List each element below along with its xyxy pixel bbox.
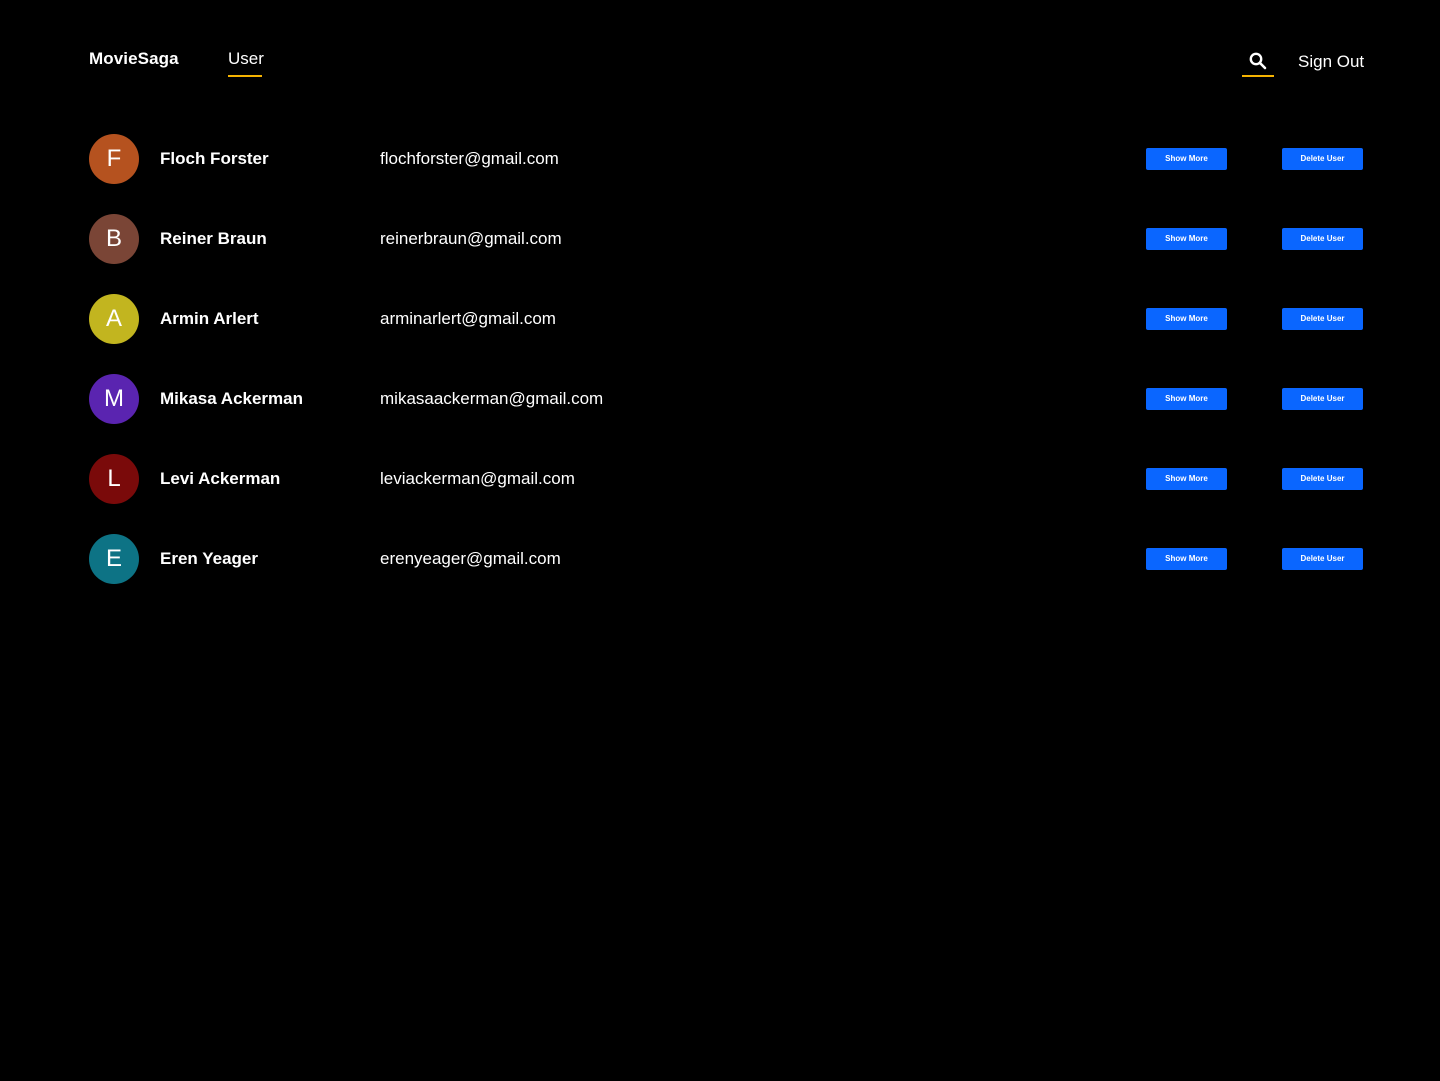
search-indicator [1242, 75, 1274, 77]
avatar: L [89, 454, 139, 504]
avatar: E [89, 534, 139, 584]
user-email: erenyeager@gmail.com [380, 549, 561, 568]
avatar: M [89, 374, 139, 424]
delete-user-button[interactable]: Delete User [1282, 148, 1363, 170]
user-row: E Eren Yeager erenyeager@gmail.com Show Mor… [0, 534, 1440, 584]
delete-user-button[interactable]: Delete User [1282, 388, 1363, 410]
user-name: Armin Arlert [160, 309, 259, 328]
avatar: A [89, 294, 139, 344]
nav-tab-user[interactable]: User [228, 49, 264, 69]
user-email: reinerbraun@gmail.com [380, 229, 562, 248]
user-row: L Levi Ackerman leviackerman@gmail.com Show… [0, 454, 1440, 504]
show-more-button[interactable]: Show More [1146, 468, 1227, 490]
user-email: arminarlert@gmail.com [380, 309, 556, 328]
show-more-button[interactable]: Show More [1146, 548, 1227, 570]
user-row: A Armin Arlert arminarlert@gmail.com Show M… [0, 294, 1440, 344]
top-nav: MovieSaga User Sign Out [0, 0, 1440, 100]
delete-user-button[interactable]: Delete User [1282, 548, 1363, 570]
user-email: mikasaackerman@gmail.com [380, 389, 604, 408]
page: MovieSaga User Sign Out F Floch Forster fl… [0, 0, 1440, 1081]
user-name: Levi Ackerman [160, 469, 281, 488]
search-button[interactable] [1242, 50, 1274, 74]
user-row: B Reiner Braun reinerbraun@gmail.com Show M… [0, 214, 1440, 264]
show-more-button[interactable]: Show More [1146, 308, 1227, 330]
user-name: Eren Yeager [160, 549, 258, 568]
user-email: leviackerman@gmail.com [380, 469, 575, 488]
show-more-button[interactable]: Show More [1146, 388, 1227, 410]
brand-logo[interactable]: MovieSaga [89, 49, 179, 69]
user-row: F Floch Forster flochforster@gmail.com Show… [0, 134, 1440, 184]
user-name: Mikasa Ackerman [160, 389, 304, 408]
user-email: flochforster@gmail.com [380, 149, 559, 168]
sign-out-link[interactable]: Sign Out [1298, 52, 1364, 72]
show-more-button[interactable]: Show More [1146, 228, 1227, 250]
search-icon [1249, 52, 1267, 70]
user-name: Floch Forster [160, 149, 269, 168]
delete-user-button[interactable]: Delete User [1282, 468, 1363, 490]
delete-user-button[interactable]: Delete User [1282, 228, 1363, 250]
user-row: M Mikasa Ackerman mikasaackerman@gmail.com… [0, 374, 1440, 424]
avatar: F [89, 134, 139, 184]
show-more-button[interactable]: Show More [1146, 148, 1227, 170]
active-tab-indicator [228, 75, 262, 77]
user-name: Reiner Braun [160, 229, 267, 248]
delete-user-button[interactable]: Delete User [1282, 308, 1363, 330]
avatar: B [89, 214, 139, 264]
